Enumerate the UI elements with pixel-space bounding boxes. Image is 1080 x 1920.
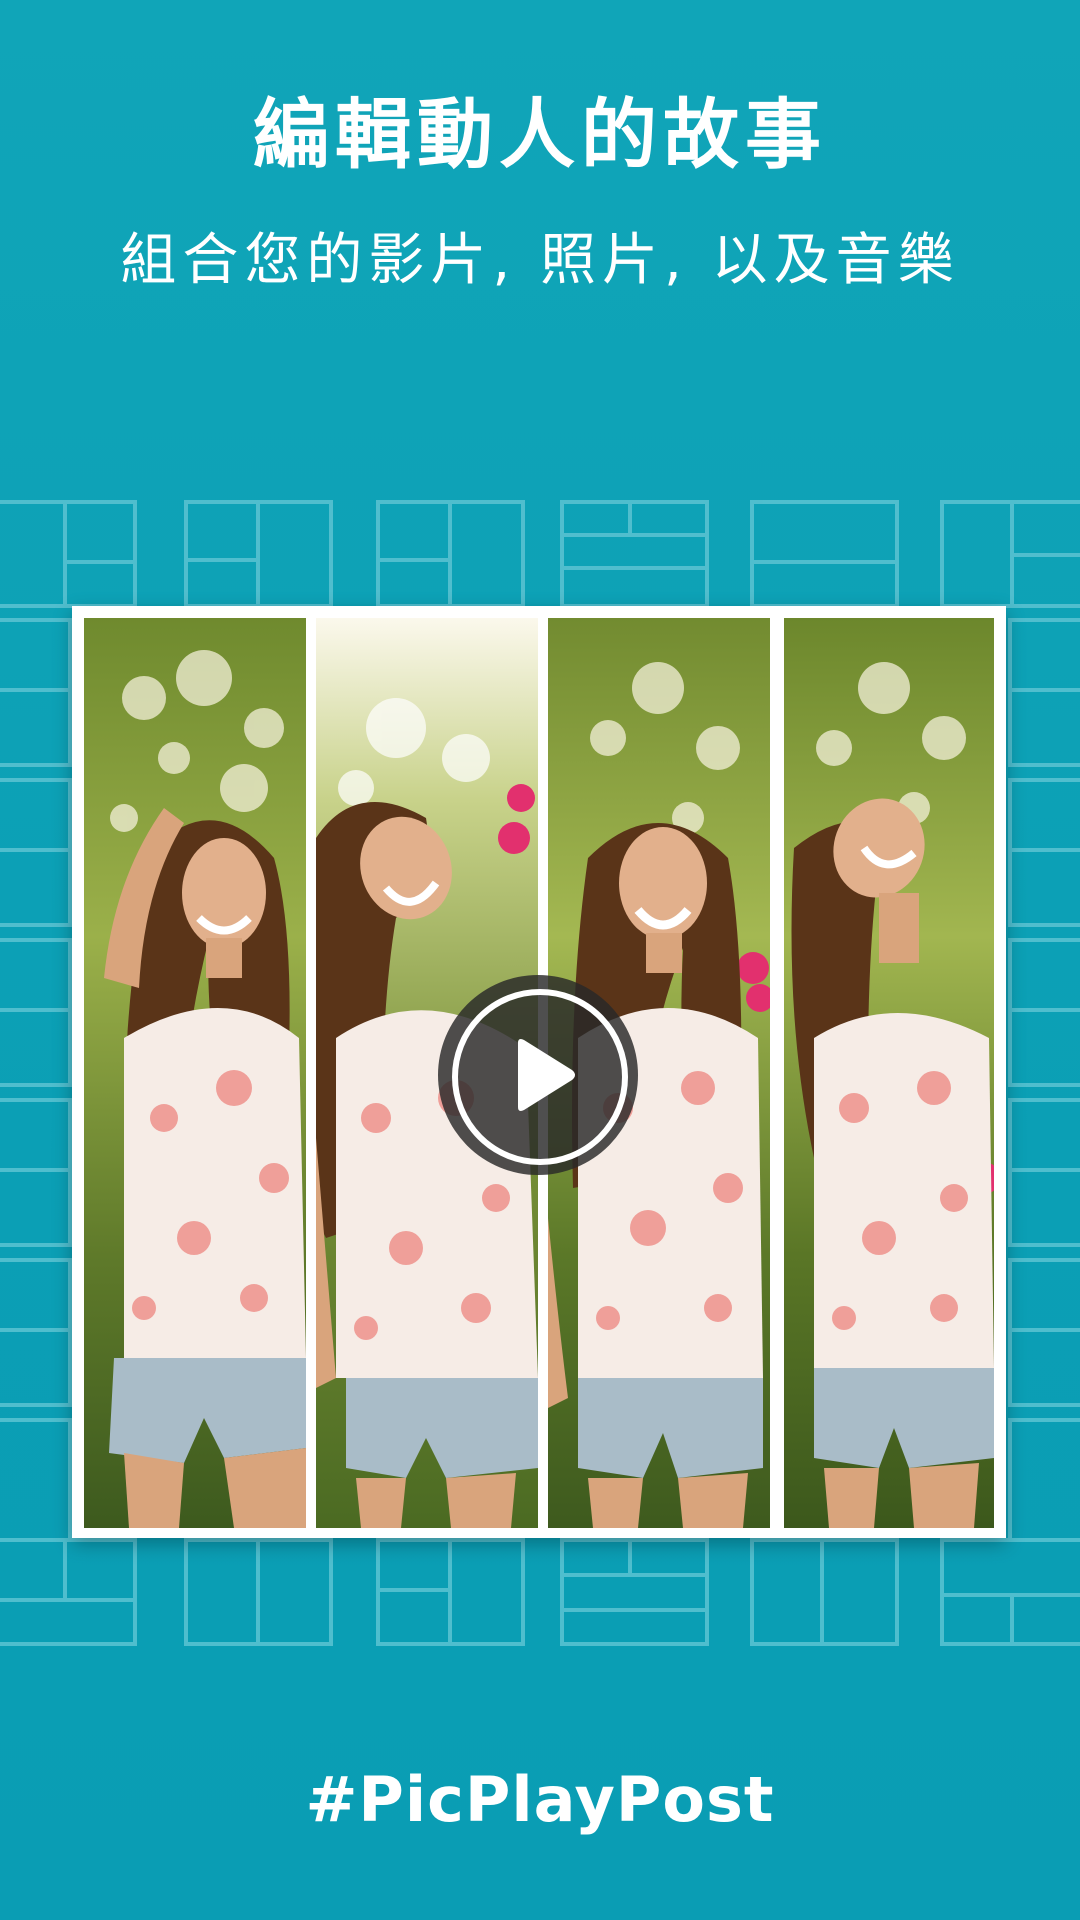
- subline: 組合您的影片, 照片, 以及音樂: [120, 228, 960, 293]
- hashtag: #PicPlayPost: [305, 1763, 775, 1836]
- app-screen: 編輯動人的故事 組合您的影片, 照片, 以及音樂 #PicPlayPost: [0, 0, 1080, 1920]
- play-button[interactable]: [438, 975, 638, 1175]
- photo-panel-4[interactable]: [780, 618, 994, 1528]
- play-icon: [518, 1039, 575, 1111]
- photo-panel-1[interactable]: [84, 618, 306, 1528]
- headline: 編輯動人的故事: [253, 90, 827, 179]
